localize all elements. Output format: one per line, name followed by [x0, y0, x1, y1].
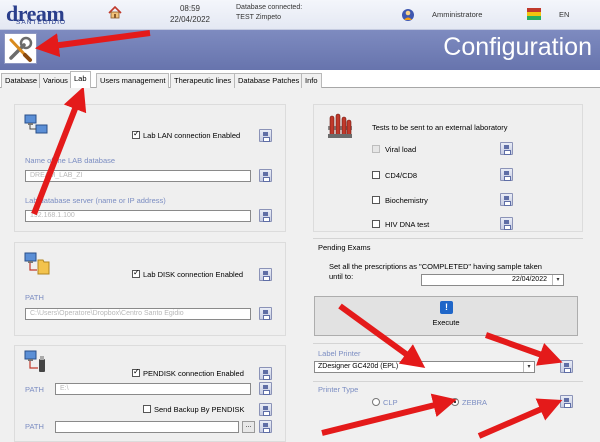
tab-various[interactable]: Various — [39, 73, 72, 88]
radio-zebra-label: ZEBRA — [462, 398, 488, 407]
pendisk-path-label: PATH — [25, 385, 44, 394]
network-computers-icon — [24, 114, 48, 134]
current-date: 22/04/2022 — [169, 15, 211, 24]
calendar-dropdown-icon[interactable]: ▾ — [552, 275, 563, 285]
test-tubes-icon — [328, 113, 352, 138]
lab-db-name-input[interactable]: DREAM_LAB_ZI — [25, 170, 251, 182]
save-viral-load-button[interactable] — [500, 142, 513, 155]
save-send-backup-button[interactable] — [259, 403, 272, 416]
tab-users-management[interactable]: Users management — [96, 73, 170, 88]
chevron-down-icon[interactable]: ▾ — [523, 362, 534, 372]
lab-db-server-input[interactable]: 192.168.1.100 — [25, 210, 251, 222]
pending-exams-title: Pending Exams — [318, 243, 371, 252]
external-lab-title: Tests to be sent to an external laborato… — [372, 123, 508, 132]
label-printer-select[interactable]: ZDesigner GC420d (EPL) ▾ — [314, 361, 535, 373]
save-pendisk-enabled-button[interactable] — [259, 367, 272, 380]
pending-date-picker[interactable]: 22/04/2022 ▾ — [421, 274, 564, 286]
tab-database-patches[interactable]: Database Patches — [234, 73, 304, 88]
lab-db-name-label: Name of the LAB database — [25, 156, 116, 165]
lab-lan-checkbox[interactable] — [132, 129, 140, 139]
language-flag-icon[interactable] — [527, 8, 541, 20]
lab-disk-label: Lab DISK connection Enabled — [143, 270, 244, 279]
send-backup-checkbox[interactable] — [143, 405, 151, 413]
radio-clp-label: CLP — [383, 398, 398, 407]
pending-separator — [313, 238, 583, 239]
hiv-dna-label: HIV DNA test — [385, 220, 430, 229]
hiv-dna-checkbox[interactable] — [372, 220, 380, 228]
tab-info[interactable]: Info — [301, 73, 322, 88]
biochemistry-label: Biochemistry — [385, 196, 428, 205]
tab-therapeutic-lines[interactable]: Therapeutic lines — [170, 73, 236, 88]
save-disk-path-button[interactable] — [259, 307, 272, 320]
execute-button[interactable]: ! Execute — [314, 296, 578, 336]
lab-db-server-label: Lab database server (name or IP address) — [25, 196, 166, 205]
save-pendisk-path-button[interactable] — [259, 382, 272, 395]
pending-date-value: 22/04/2022 — [511, 276, 547, 283]
tab-lab[interactable]: Lab — [70, 71, 91, 88]
wrench-screwdriver-icon — [9, 36, 33, 62]
label-printer-value: ZDesigner GC420d (EPL) — [318, 363, 399, 370]
pendisk-path-input[interactable]: E:\ — [55, 383, 251, 395]
lab-disk-checkbox[interactable] — [132, 268, 140, 278]
home-icon[interactable] — [108, 6, 122, 19]
save-printer-type-button[interactable] — [560, 395, 573, 408]
pendisk-path2-label: PATH — [25, 422, 44, 431]
user-icon[interactable] — [401, 8, 415, 22]
clock-time: 08:59 — [179, 4, 201, 13]
settings-button[interactable] — [4, 33, 37, 64]
viral-load-checkbox[interactable] — [372, 145, 380, 153]
disk-path-label: PATH — [25, 293, 44, 302]
lab-lan-label: Lab LAN connection Enabled — [143, 131, 241, 140]
language-code[interactable]: EN — [559, 10, 569, 19]
user-name: Amministratore — [432, 10, 483, 19]
cd4-cd8-label: CD4/CD8 — [385, 171, 418, 180]
disk-path-input[interactable]: C:\Users\Operatore\Dropbox\Centro Santo … — [25, 308, 251, 320]
save-label-printer-button[interactable] — [560, 360, 573, 373]
radio-clp[interactable] — [372, 398, 380, 406]
tab-database[interactable]: Database — [1, 73, 42, 88]
pending-exams-text-line1: Set all the prescriptions as "COMPLETED"… — [329, 262, 542, 271]
lab-disk-panel — [14, 242, 286, 336]
save-hiv-dna-button[interactable] — [500, 217, 513, 230]
save-backup-path-button[interactable] — [259, 420, 272, 433]
execute-label: Execute — [432, 318, 460, 327]
save-db-server-button[interactable] — [259, 209, 272, 222]
page-title: Configuration — [443, 33, 592, 61]
label-printer-title: Label Printer — [318, 349, 361, 358]
backup-path-input[interactable] — [55, 421, 239, 433]
radio-zebra[interactable] — [451, 398, 459, 406]
pendisk-checkbox[interactable] — [132, 367, 140, 377]
db-name: TEST Zimpeto — [236, 14, 281, 21]
save-lan-enabled-button[interactable] — [259, 129, 272, 142]
save-disk-enabled-button[interactable] — [259, 268, 272, 281]
exclamation-icon: ! — [440, 301, 453, 314]
save-biochemistry-button[interactable] — [500, 193, 513, 206]
db-status-label: Database connected: — [236, 4, 303, 11]
app-logo-subtitle: SANTEGIDIO — [16, 19, 67, 26]
biochemistry-checkbox[interactable] — [372, 196, 380, 204]
printer-type-separator — [313, 381, 583, 382]
browse-button[interactable]: ... — [242, 421, 255, 433]
cd4-cd8-checkbox[interactable] — [372, 171, 380, 179]
save-db-name-button[interactable] — [259, 169, 272, 182]
label-printer-separator — [313, 343, 583, 344]
pending-exams-text-line2: until to: — [329, 272, 354, 281]
computer-usb-icon — [24, 350, 45, 372]
save-cd4-cd8-button[interactable] — [500, 168, 513, 181]
viral-load-label: Viral load — [385, 145, 417, 154]
pendisk-label: PENDISK connection Enabled — [143, 369, 244, 378]
printer-type-title: Printer Type — [318, 385, 359, 394]
send-backup-label: Send Backup By PENDISK — [154, 405, 245, 414]
computer-folder-icon — [24, 252, 50, 275]
